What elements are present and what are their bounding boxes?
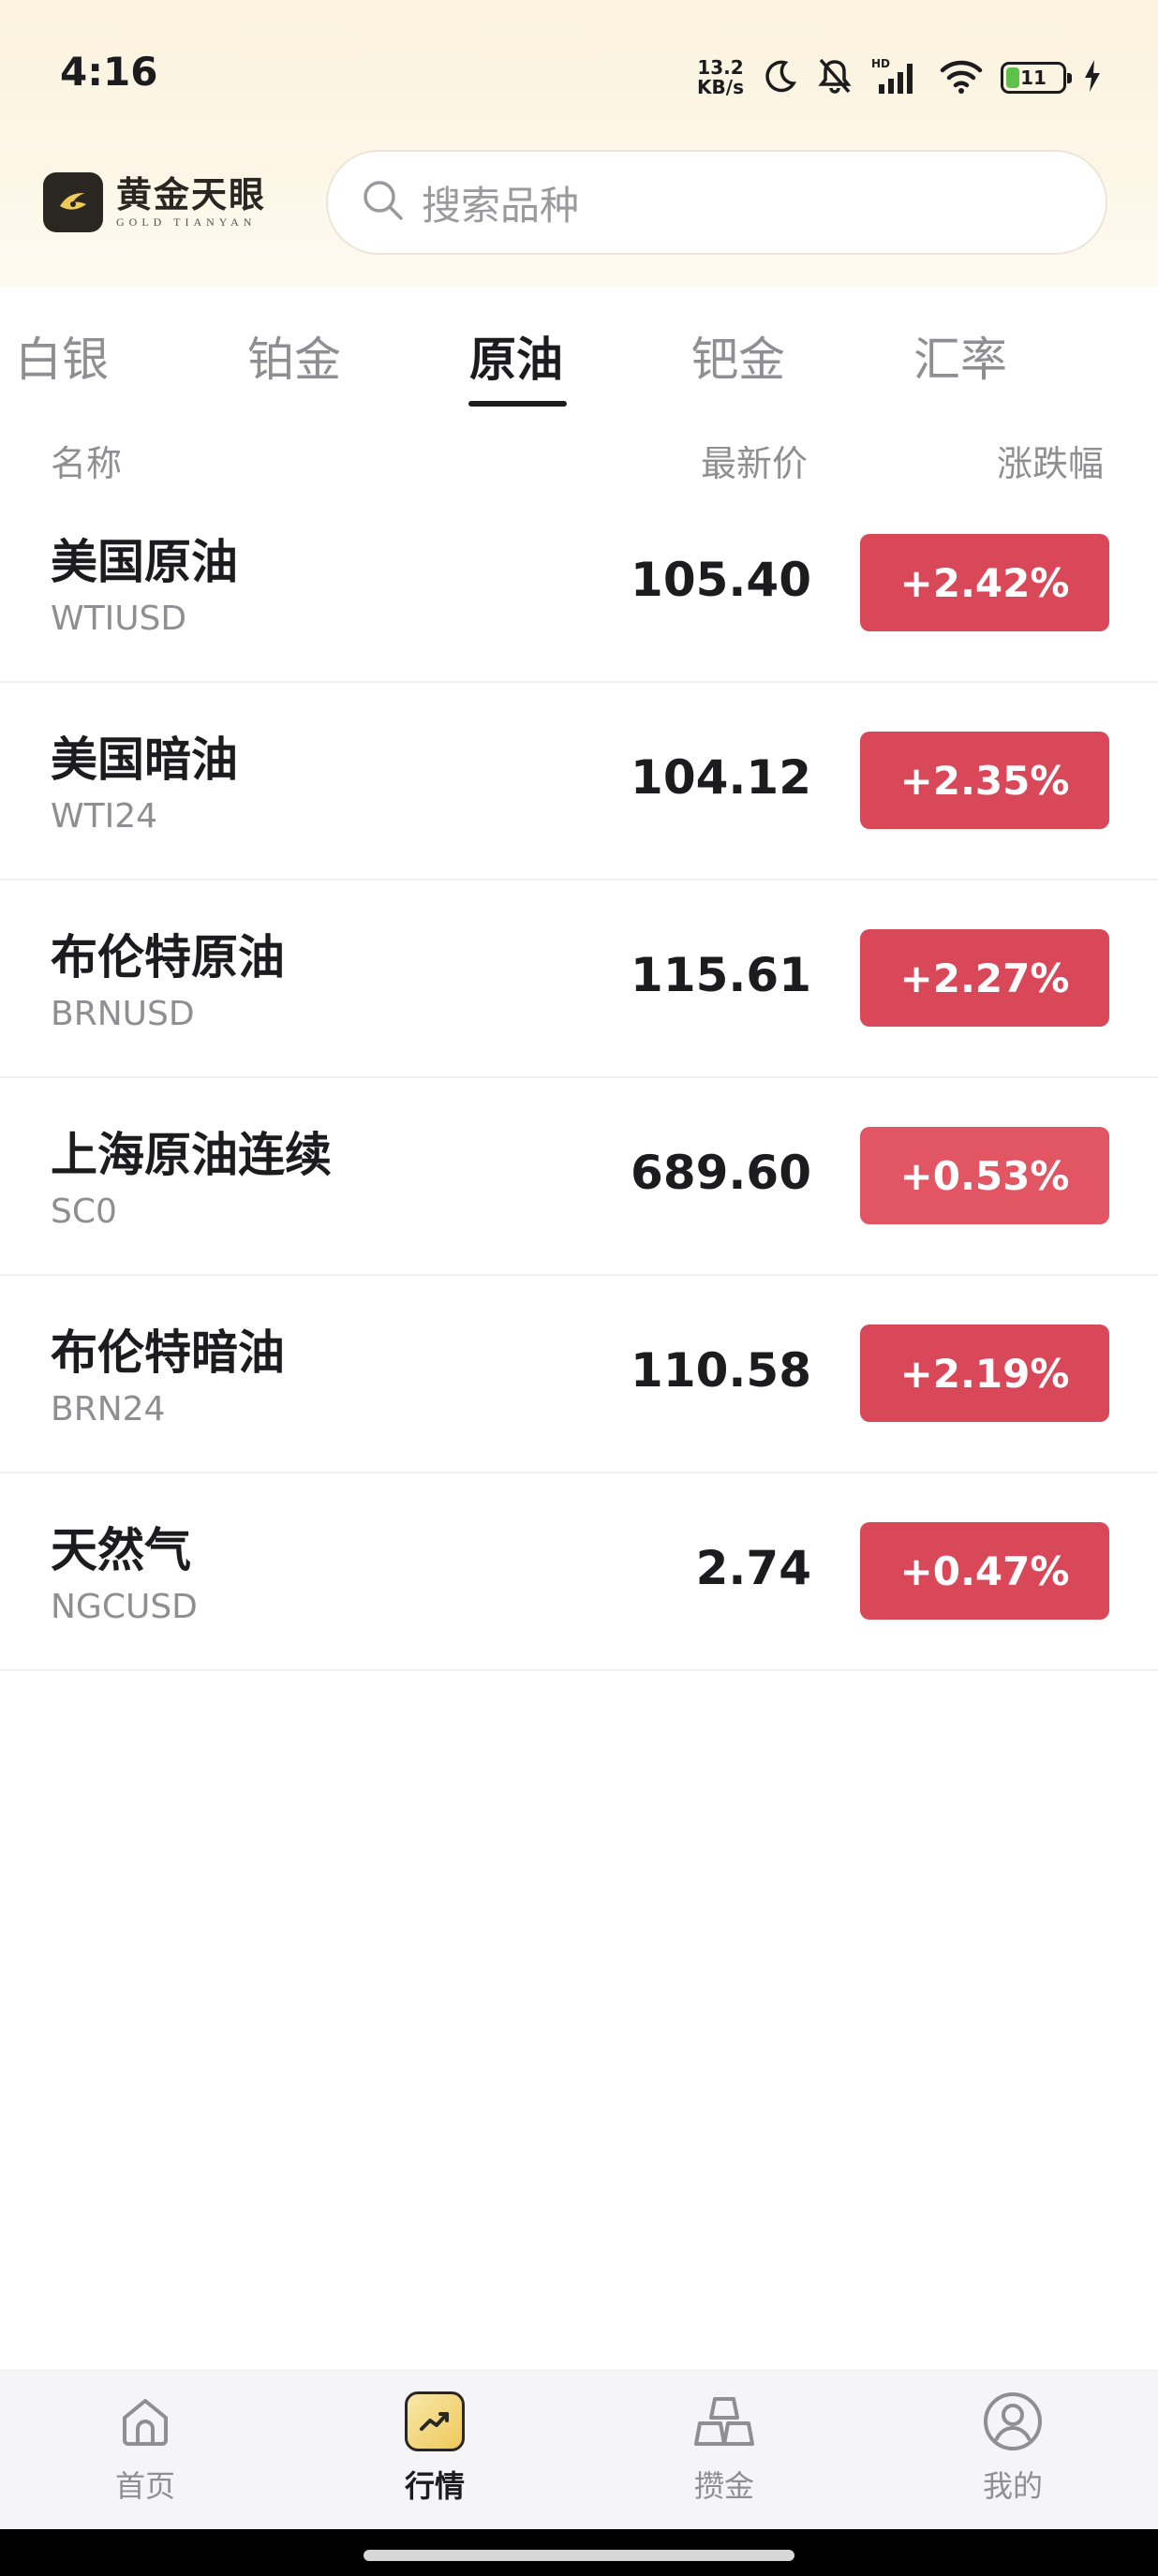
category-tabs: 白银 铂金 原油 钯金 汇率 [0, 290, 1158, 412]
quote-code: BRNUSD [51, 995, 195, 1033]
quote-name: 布伦特原油 [51, 930, 285, 985]
quote-change-badge[interactable]: +2.35% [860, 732, 1109, 829]
home-gesture-bar[interactable] [364, 2550, 794, 2561]
quote-name: 美国原油 [51, 535, 238, 589]
quote-row[interactable]: 布伦特原油 BRNUSD 115.61 +2.27% [0, 881, 1158, 1078]
list-header: 名称 最新价 涨跌幅 [0, 412, 1158, 496]
profile-icon [979, 2388, 1047, 2455]
brand-subtitle: GOLD TIANYAN [116, 215, 257, 229]
bell-muted-icon [815, 56, 854, 99]
quote-change-badge[interactable]: +2.42% [860, 534, 1109, 631]
nav-label-market: 行情 [404, 2468, 465, 2504]
quote-name: 美国暗油 [51, 733, 238, 787]
quote-price: 105.40 [631, 553, 811, 607]
hd-signal-icon: HD [871, 56, 922, 99]
nav-label-profile: 我的 [982, 2468, 1043, 2504]
quote-list: 美国原油 WTIUSD 105.40 +2.42% 美国暗油 WTI24 104… [0, 485, 1158, 1671]
charging-bolt-icon [1083, 60, 1102, 96]
search-icon [360, 177, 407, 228]
nav-label-save-gold: 攒金 [693, 2468, 754, 2504]
battery-icon: 11 [1001, 62, 1072, 94]
app-logo-icon [43, 172, 103, 232]
search-placeholder: 搜索品种 [422, 182, 580, 229]
quote-code: WTI24 [51, 797, 158, 836]
quote-price: 689.60 [631, 1146, 811, 1200]
nav-item-profile[interactable]: 我的 [938, 2388, 1088, 2519]
status-time: 4:16 [60, 49, 158, 95]
quote-price: 110.58 [631, 1343, 811, 1398]
tab-platinum[interactable]: 铂金 [247, 322, 341, 390]
quote-price: 104.12 [631, 750, 811, 805]
gold-bars-icon [690, 2388, 758, 2455]
quote-row[interactable]: 美国暗油 WTI24 104.12 +2.35% [0, 683, 1158, 881]
column-header-price: 最新价 [701, 443, 809, 484]
wifi-icon [939, 57, 984, 98]
bottom-nav: 首页 行情 攒金 我的 [0, 2370, 1158, 2529]
system-gesture-area [0, 2529, 1158, 2576]
quote-code: NGCUSD [51, 1588, 198, 1626]
column-header-change: 涨跌幅 [997, 443, 1105, 484]
network-speed-value: 13.2 [697, 56, 744, 79]
battery-level: 11 [1020, 67, 1047, 89]
status-bar: 4:16 13.2 KB/s HD 11 [0, 0, 1158, 141]
network-speed-unit: KB/s [697, 76, 744, 98]
network-speed: 13.2 KB/s [697, 58, 744, 97]
nav-item-home[interactable]: 首页 [70, 2388, 220, 2519]
quote-price: 2.74 [695, 1541, 811, 1595]
moon-icon [761, 57, 798, 98]
quote-name: 上海原油连续 [51, 1128, 332, 1182]
quote-price: 115.61 [631, 948, 811, 1002]
quote-change-badge[interactable]: +0.53% [860, 1127, 1109, 1224]
quote-change-badge[interactable]: +0.47% [860, 1522, 1109, 1620]
brand-logo-block: 黄金天眼 GOLD TIANYAN [43, 170, 266, 234]
nav-label-home: 首页 [114, 2468, 175, 2504]
tab-active-indicator [468, 401, 567, 407]
quote-code: SC0 [51, 1192, 117, 1231]
column-header-name: 名称 [51, 443, 123, 484]
quote-code: BRN24 [51, 1390, 166, 1429]
search-input[interactable]: 搜索品种 [326, 150, 1107, 255]
quote-row[interactable]: 布伦特暗油 BRN24 110.58 +2.19% [0, 1276, 1158, 1473]
quote-change-badge[interactable]: +2.19% [860, 1325, 1109, 1422]
status-icons: 13.2 KB/s HD 11 [697, 54, 1102, 101]
quote-name: 天然气 [51, 1523, 191, 1577]
market-trend-icon [401, 2388, 468, 2455]
tab-silver[interactable]: 白银 [15, 322, 109, 390]
quote-row[interactable]: 上海原油连续 SC0 689.60 +0.53% [0, 1078, 1158, 1276]
home-icon [111, 2388, 179, 2455]
nav-item-market[interactable]: 行情 [360, 2388, 510, 2519]
quote-name: 布伦特暗油 [51, 1325, 285, 1380]
tab-crude-oil[interactable]: 原油 [469, 322, 563, 390]
nav-item-save-gold[interactable]: 攒金 [649, 2388, 799, 2519]
brand-name: 黄金天眼 [116, 173, 267, 215]
tab-exchange-rate[interactable]: 汇率 [913, 322, 1007, 390]
quote-code: WTIUSD [51, 600, 187, 638]
svg-text:HD: HD [871, 57, 890, 70]
quote-change-badge[interactable]: +2.27% [860, 929, 1109, 1027]
quote-row[interactable]: 美国原油 WTIUSD 105.40 +2.42% [0, 485, 1158, 683]
quote-row[interactable]: 天然气 NGCUSD 2.74 +0.47% [0, 1473, 1158, 1671]
tab-palladium[interactable]: 钯金 [691, 322, 785, 390]
